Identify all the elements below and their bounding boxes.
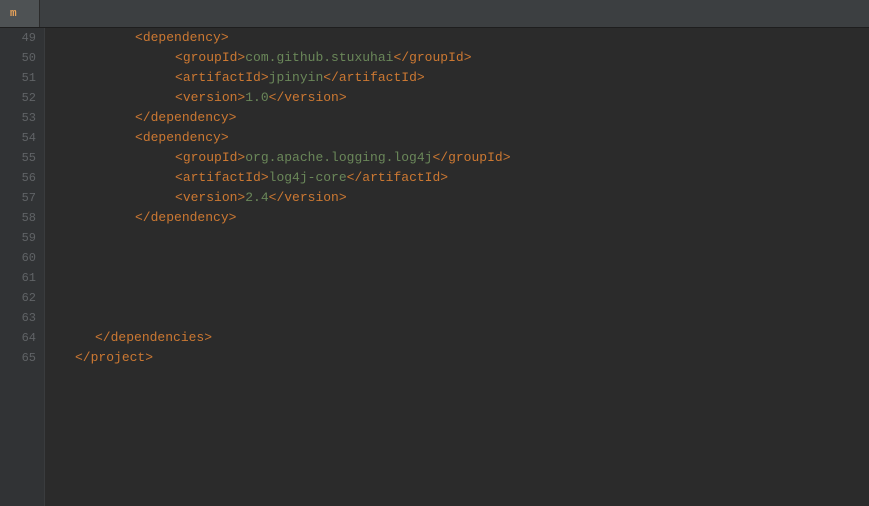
line-gutter: 4950515253▾54▾55565758▾596061626364▾65 bbox=[0, 28, 45, 506]
xml-tag: dependency bbox=[143, 30, 221, 45]
code-line: <groupId>org.apache.logging.log4j</group… bbox=[55, 148, 869, 168]
xml-tag: groupId bbox=[409, 50, 464, 65]
xml-bracket: </ bbox=[393, 50, 409, 65]
xml-value: 2.4 bbox=[245, 190, 268, 205]
xml-bracket: > bbox=[417, 70, 425, 85]
code-line bbox=[55, 248, 869, 268]
xml-bracket: < bbox=[175, 90, 183, 105]
tab-algorithms[interactable]: m bbox=[0, 0, 40, 27]
xml-tag: version bbox=[284, 190, 339, 205]
code-line: </project> bbox=[55, 348, 869, 368]
line-number: 64▾ bbox=[0, 328, 36, 348]
xml-bracket: < bbox=[175, 170, 183, 185]
xml-bracket: > bbox=[229, 110, 237, 125]
line-number: 65 bbox=[0, 348, 36, 368]
line-number: 51 bbox=[0, 68, 36, 88]
xml-tag: project bbox=[91, 350, 146, 365]
xml-bracket: < bbox=[175, 150, 183, 165]
xml-bracket: > bbox=[229, 210, 237, 225]
line-number: 53▾ bbox=[0, 108, 36, 128]
xml-bracket: > bbox=[221, 130, 229, 145]
xml-bracket: > bbox=[440, 170, 448, 185]
xml-value: com.github.stuxuhai bbox=[245, 50, 393, 65]
code-line: </dependency> bbox=[55, 108, 869, 128]
code-line: <dependency> bbox=[55, 28, 869, 48]
editor-container: 4950515253▾54▾55565758▾596061626364▾65 <… bbox=[0, 28, 869, 506]
xml-tag: dependencies bbox=[111, 330, 205, 345]
xml-value: org.apache.logging.log4j bbox=[245, 150, 432, 165]
xml-tag: groupId bbox=[183, 150, 238, 165]
xml-bracket: < bbox=[175, 50, 183, 65]
xml-bracket: </ bbox=[135, 210, 151, 225]
xml-bracket: > bbox=[221, 30, 229, 45]
line-number: 63 bbox=[0, 308, 36, 328]
xml-bracket: > bbox=[339, 190, 347, 205]
xml-bracket: < bbox=[175, 190, 183, 205]
xml-tag: artifactId bbox=[362, 170, 440, 185]
code-line: <artifactId>log4j-core</artifactId> bbox=[55, 168, 869, 188]
xml-tag: version bbox=[284, 90, 339, 105]
code-line: <artifactId>jpinyin</artifactId> bbox=[55, 68, 869, 88]
line-number: 62 bbox=[0, 288, 36, 308]
tab-icon: m bbox=[10, 8, 17, 20]
xml-bracket: > bbox=[464, 50, 472, 65]
xml-tag: artifactId bbox=[339, 70, 417, 85]
xml-bracket: > bbox=[503, 150, 511, 165]
code-line: <dependency> bbox=[55, 128, 869, 148]
line-number: 49 bbox=[0, 28, 36, 48]
line-number: 56 bbox=[0, 168, 36, 188]
xml-bracket: </ bbox=[269, 90, 285, 105]
code-line: <groupId>com.github.stuxuhai</groupId> bbox=[55, 48, 869, 68]
code-line: <version>1.0</version> bbox=[55, 88, 869, 108]
xml-tag: artifactId bbox=[183, 170, 261, 185]
line-number: 57 bbox=[0, 188, 36, 208]
xml-bracket: > bbox=[339, 90, 347, 105]
line-number: 52 bbox=[0, 88, 36, 108]
tab-bar: m bbox=[0, 0, 869, 28]
xml-bracket: </ bbox=[135, 110, 151, 125]
line-number: 61 bbox=[0, 268, 36, 288]
line-number: 58▾ bbox=[0, 208, 36, 228]
xml-value: log4j-core bbox=[269, 170, 347, 185]
code-line bbox=[55, 228, 869, 248]
xml-bracket: > bbox=[261, 70, 269, 85]
xml-value: 1.0 bbox=[245, 90, 268, 105]
xml-tag: version bbox=[183, 90, 238, 105]
line-number: 60 bbox=[0, 248, 36, 268]
xml-bracket: </ bbox=[323, 70, 339, 85]
xml-bracket: </ bbox=[75, 350, 91, 365]
xml-bracket: > bbox=[204, 330, 212, 345]
line-number: 59 bbox=[0, 228, 36, 248]
code-line bbox=[55, 288, 869, 308]
code-line bbox=[55, 268, 869, 288]
xml-bracket: </ bbox=[432, 150, 448, 165]
xml-bracket: </ bbox=[347, 170, 363, 185]
xml-bracket: < bbox=[175, 70, 183, 85]
code-area[interactable]: <dependency><groupId>com.github.stuxuhai… bbox=[45, 28, 869, 506]
xml-bracket: </ bbox=[269, 190, 285, 205]
xml-bracket: > bbox=[145, 350, 153, 365]
xml-bracket: < bbox=[135, 30, 143, 45]
xml-tag: version bbox=[183, 190, 238, 205]
code-line: </dependency> bbox=[55, 208, 869, 228]
line-number: 54▾ bbox=[0, 128, 36, 148]
code-line: </dependencies> bbox=[55, 328, 869, 348]
line-number: 55 bbox=[0, 148, 36, 168]
code-line bbox=[55, 308, 869, 328]
xml-tag: groupId bbox=[183, 50, 238, 65]
xml-value: jpinyin bbox=[269, 70, 324, 85]
xml-tag: dependency bbox=[143, 130, 221, 145]
xml-tag: dependency bbox=[151, 210, 229, 225]
xml-tag: artifactId bbox=[183, 70, 261, 85]
xml-tag: dependency bbox=[151, 110, 229, 125]
line-number: 50 bbox=[0, 48, 36, 68]
xml-bracket: < bbox=[135, 130, 143, 145]
xml-tag: groupId bbox=[448, 150, 503, 165]
xml-bracket: </ bbox=[95, 330, 111, 345]
xml-bracket: > bbox=[261, 170, 269, 185]
code-line: <version>2.4</version> bbox=[55, 188, 869, 208]
